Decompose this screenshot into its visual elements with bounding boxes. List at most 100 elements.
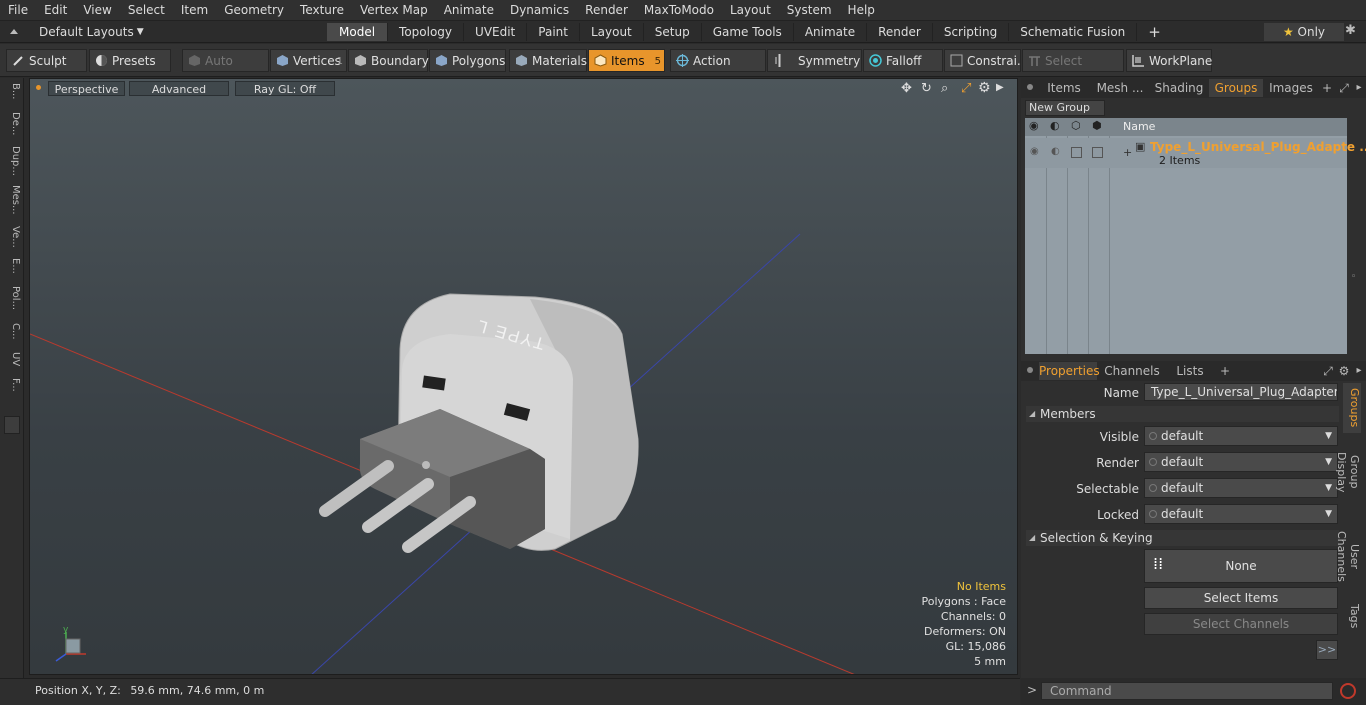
viewport-settings-gear-icon[interactable]: ⚙ [978, 80, 991, 96]
tab-shading[interactable]: Shading [1151, 79, 1207, 97]
row-visibility-icon[interactable]: ◉ [1030, 146, 1039, 157]
menu-render[interactable]: Render [577, 0, 636, 21]
left-tab-vertex[interactable]: Ve... [3, 226, 21, 248]
menu-file[interactable]: File [0, 0, 36, 21]
tab-schematic-fusion[interactable]: Schematic Fusion [1009, 23, 1138, 41]
workplane-button[interactable]: WorkPlane [1126, 49, 1212, 72]
tab-channels[interactable]: Channels [1103, 362, 1161, 380]
tab-mesh[interactable]: Mesh ... [1091, 79, 1149, 97]
symmetry-button[interactable]: Symmetry [767, 49, 862, 72]
members-section-header[interactable]: ◢ Members [1026, 406, 1339, 422]
name-input[interactable]: Type_L_Universal_Plug_Adapter_Blac [1144, 383, 1338, 401]
materials-button[interactable]: Materials [509, 49, 587, 72]
tab-uvedit[interactable]: UVEdit [464, 23, 528, 41]
menu-dynamics[interactable]: Dynamics [502, 0, 577, 21]
tab-images[interactable]: Images [1267, 79, 1315, 97]
select-through-button[interactable]: Select Through [1022, 49, 1124, 91]
maximize-properties-icon[interactable]: ⤢ [1321, 362, 1335, 380]
row-select-checkbox[interactable] [1092, 147, 1103, 158]
row-lock-checkbox[interactable] [1071, 147, 1082, 158]
left-tab-basic[interactable]: B... [3, 83, 21, 99]
presets-button[interactable]: Presets [89, 49, 171, 72]
menu-select[interactable]: Select [120, 0, 173, 21]
tab-items[interactable]: Items [1041, 79, 1087, 97]
menu-animate[interactable]: Animate [436, 0, 502, 21]
left-tab-edge[interactable]: E... [3, 258, 21, 274]
advanced-button[interactable]: Advanced [129, 81, 229, 96]
properties-gear-icon[interactable]: ⚙ [1337, 362, 1351, 380]
left-tab-uv[interactable]: UV [3, 352, 21, 366]
menu-item[interactable]: Item [173, 0, 216, 21]
side-tab-tags[interactable]: Tags [1343, 601, 1361, 631]
more-button[interactable]: >> [1316, 640, 1338, 660]
tab-model[interactable]: Model [327, 23, 389, 41]
panel-menu-dot-icon[interactable] [1027, 84, 1033, 90]
command-input[interactable]: Command [1041, 682, 1333, 700]
items-button[interactable]: Items 5 [588, 49, 665, 72]
vertices-button[interactable]: Vertices 1 [270, 49, 347, 72]
name-column-header[interactable]: Name [1123, 120, 1155, 133]
keying-none-button[interactable]: ⁞⁞ None [1144, 549, 1338, 583]
side-tab-group-display[interactable]: Group Display [1335, 437, 1361, 507]
rotate-view-icon[interactable]: ↻ [921, 81, 932, 96]
tab-setup[interactable]: Setup [644, 23, 702, 41]
add-tab-icon[interactable]: + [1137, 23, 1172, 41]
tab-lists[interactable]: Lists [1167, 362, 1213, 380]
menu-texture[interactable]: Texture [292, 0, 352, 21]
action-center-button[interactable]: Action Center [670, 49, 766, 91]
selection-keying-section-header[interactable]: ◢ Selection & Keying [1026, 530, 1339, 546]
add-tab-icon[interactable]: + [1321, 79, 1333, 97]
record-macro-icon[interactable] [1340, 683, 1356, 699]
side-tab-user-channels[interactable]: User Channels [1335, 519, 1361, 594]
list-scrollbar[interactable]: ◦ [1351, 272, 1356, 282]
menu-layout[interactable]: Layout [722, 0, 779, 21]
tab-paint[interactable]: Paint [527, 23, 580, 41]
tab-groups[interactable]: Groups [1209, 79, 1263, 97]
properties-menu-dot-icon[interactable] [1027, 367, 1033, 373]
add-properties-tab-icon[interactable]: + [1219, 362, 1231, 380]
menu-edit[interactable]: Edit [36, 0, 75, 21]
boundary-button[interactable]: Boundary [348, 49, 429, 72]
layout-selector[interactable]: Default Layouts ▼ [8, 21, 144, 43]
expand-plus-icon[interactable]: + [1123, 146, 1132, 159]
side-tab-groups[interactable]: Groups [1343, 383, 1361, 433]
left-tab-duplicate[interactable]: Dup... [3, 146, 21, 176]
auto-select-button[interactable]: Auto Select [182, 49, 269, 91]
move-view-icon[interactable]: ✥ [901, 81, 912, 96]
left-tab-polygon[interactable]: Pol... [3, 286, 21, 310]
left-tab-fusion[interactable]: F... [3, 378, 21, 392]
visible-dropdown[interactable]: default ▼ [1144, 426, 1338, 446]
perspective-button[interactable]: Perspective [48, 81, 125, 96]
tab-animate[interactable]: Animate [794, 23, 868, 41]
tab-scripting[interactable]: Scripting [933, 23, 1010, 41]
select-column-icon[interactable]: ⬢ [1092, 119, 1102, 132]
locked-dropdown[interactable]: default ▼ [1144, 504, 1338, 524]
tab-render[interactable]: Render [867, 23, 933, 41]
menu-maxtomodo[interactable]: MaxToModo [636, 0, 722, 21]
falloff-button[interactable]: Falloff [863, 49, 943, 72]
group-list[interactable]: ◉ ◐ ⬡ ⬢ Name ◉ ◐ + ▣ Type_L_Universal_Pl… [1025, 118, 1366, 354]
row-render-icon[interactable]: ◐ [1051, 146, 1060, 157]
menu-vertex-map[interactable]: Vertex Map [352, 0, 436, 21]
left-tab-mesh[interactable]: Mes... [3, 185, 21, 215]
menu-system[interactable]: System [779, 0, 840, 21]
render-dropdown[interactable]: default ▼ [1144, 452, 1338, 472]
eye-column-icon[interactable]: ◉ [1029, 119, 1039, 132]
maximize-panel-icon[interactable]: ⤢ [1337, 79, 1351, 97]
polygons-button[interactable]: Polygons [429, 49, 506, 72]
viewport-expand-arrow-icon[interactable]: ▶ [996, 82, 1004, 93]
left-tab-toggle-button[interactable] [4, 416, 20, 434]
tab-topology[interactable]: Topology [388, 23, 465, 41]
menu-help[interactable]: Help [840, 0, 883, 21]
left-tab-curve[interactable]: C... [3, 323, 21, 340]
new-group-button[interactable]: New Group [1025, 100, 1105, 116]
3d-viewport[interactable]: y TYPE L Perspective Advanced Ray GL: Of… [29, 78, 1018, 675]
tab-layout[interactable]: Layout [580, 23, 644, 41]
render-column-icon[interactable]: ◐ [1050, 119, 1060, 132]
only-button[interactable]: ★ Only [1264, 23, 1344, 41]
properties-expand-arrow-icon[interactable]: ▸ [1353, 362, 1365, 380]
viewport-menu-dot-icon[interactable] [36, 85, 41, 90]
select-items-button[interactable]: Select Items [1144, 587, 1338, 609]
panel-expand-arrow-icon[interactable]: ▸ [1353, 79, 1365, 97]
gear-icon[interactable]: ✱ [1345, 23, 1356, 38]
